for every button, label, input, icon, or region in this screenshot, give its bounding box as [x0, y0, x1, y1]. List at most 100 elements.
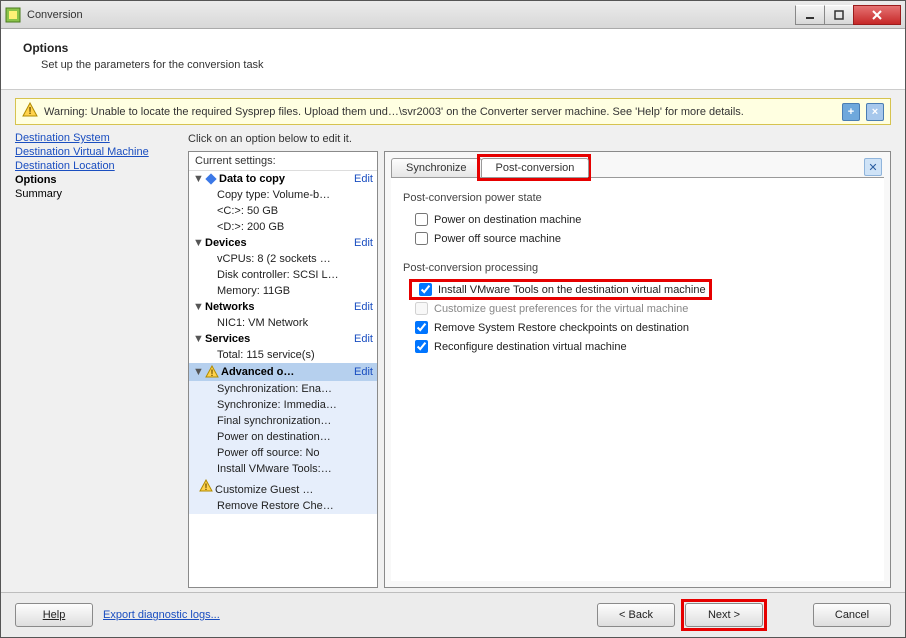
tab-post-conversion[interactable]: Post-conversion — [481, 158, 590, 177]
settings-item[interactable]: Disk controller: SCSI L… — [189, 267, 377, 283]
settings-item[interactable]: Copy type: Volume-b… — [189, 187, 377, 203]
processing-checks: Install VMware Tools on the destination … — [403, 280, 872, 356]
next-button[interactable]: Next > — [685, 603, 763, 627]
edit-link[interactable]: Edit — [354, 366, 373, 378]
chevron-down-icon: ▼ — [193, 173, 203, 185]
settings-item[interactable]: Power on destination… — [189, 429, 377, 445]
back-button[interactable]: < Back — [597, 603, 675, 627]
settings-group-devices[interactable]: ▼Devices Edit — [189, 235, 377, 251]
chevron-down-icon: ▼ — [193, 237, 203, 249]
group-label: Advanced o… — [221, 366, 350, 378]
settings-item[interactable]: !Customize Guest … — [189, 477, 377, 498]
power-state-label-0: Power on destination machine — [434, 214, 581, 226]
power-state-row-1: Power off source machine — [403, 229, 872, 248]
window-title: Conversion — [27, 9, 796, 21]
power-state-label-1: Power off source machine — [434, 233, 561, 245]
settings-item[interactable]: Power off source: No — [189, 445, 377, 461]
nav-destination-vm[interactable]: Destination Virtual Machine — [15, 145, 180, 159]
group-label: Networks — [205, 301, 350, 313]
wizard-header: Options Set up the parameters for the co… — [1, 29, 905, 90]
close-button[interactable] — [853, 5, 901, 25]
warning-bar: ! Warning: Unable to locate the required… — [15, 98, 891, 125]
settings-item[interactable]: <D:>: 200 GB — [189, 219, 377, 235]
conversion-window: Conversion Options Set up the parameters… — [0, 0, 906, 638]
warning-icon: ! — [205, 365, 219, 379]
settings-item[interactable]: <C:>: 50 GB — [189, 203, 377, 219]
content-hint: Click on an option below to edit it. — [188, 129, 891, 151]
window-controls — [796, 5, 901, 25]
detail-pane: ✕ Synchronize Post-conversion Post-conve… — [384, 151, 891, 588]
footer: Help Export diagnostic logs... < Back Ne… — [1, 592, 905, 637]
warning-icon: ! — [199, 479, 213, 493]
warning-icon: ! — [22, 102, 38, 121]
settings-group-advanced-o-[interactable]: ▼! Advanced o… Edit — [189, 363, 377, 381]
edit-link[interactable]: Edit — [354, 333, 373, 345]
nav-destination-location[interactable]: Destination Location — [15, 159, 180, 173]
settings-list[interactable]: ▼Data to copyEditCopy type: Volume-b…<C:… — [189, 171, 377, 587]
diamond-icon — [205, 173, 216, 184]
settings-item[interactable]: Install VMware Tools:… — [189, 461, 377, 477]
page-title: Options — [23, 41, 883, 55]
titlebar[interactable]: Conversion — [1, 1, 905, 29]
power-state-checks: Power on destination machine Power off so… — [403, 210, 872, 248]
processing-row-2: Remove System Restore checkpoints on des… — [403, 318, 872, 337]
current-settings-pane: Current settings: ▼Data to copyEditCopy … — [188, 151, 378, 588]
settings-item[interactable]: Synchronization: Ena… — [189, 381, 377, 397]
maximize-button[interactable] — [824, 5, 854, 25]
chevron-down-icon: ▼ — [193, 301, 203, 313]
nav-destination-system[interactable]: Destination System — [15, 131, 180, 145]
edit-link[interactable]: Edit — [354, 301, 373, 313]
processing-label: Post-conversion processing — [403, 262, 872, 274]
group-label: Services — [205, 333, 350, 345]
tabs-row: Synchronize Post-conversion — [385, 152, 890, 177]
processing-label-1: Customize guest preferences for the virt… — [434, 303, 688, 315]
export-logs-link[interactable]: Export diagnostic logs... — [103, 609, 220, 621]
settings-group-data-to-copy[interactable]: ▼Data to copyEdit — [189, 171, 377, 187]
warning-expand-button[interactable]: + — [842, 103, 860, 121]
processing-checkbox-3[interactable] — [415, 340, 428, 353]
settings-item[interactable]: Synchronize: Immedia… — [189, 397, 377, 413]
app-icon — [5, 7, 21, 23]
settings-item[interactable]: Total: 115 service(s) — [189, 347, 377, 363]
cancel-button[interactable]: Cancel — [813, 603, 891, 627]
processing-row-0: Install VMware Tools on the destination … — [403, 280, 872, 299]
processing-checkbox-1 — [415, 302, 428, 315]
processing-row-1: Customize guest preferences for the virt… — [403, 299, 872, 318]
nav-options[interactable]: Options — [15, 173, 180, 187]
content: Click on an option below to edit it. Cur… — [188, 129, 891, 588]
power-state-checkbox-0[interactable] — [415, 213, 428, 226]
settings-group-networks[interactable]: ▼Networks Edit — [189, 299, 377, 315]
power-state-label: Post-conversion power state — [403, 192, 872, 204]
settings-item[interactable]: Memory: 11GB — [189, 283, 377, 299]
wizard-nav: Destination System Destination Virtual M… — [15, 129, 180, 588]
chevron-down-icon: ▼ — [193, 333, 203, 345]
processing-label-3: Reconfigure destination virtual machine — [434, 341, 627, 353]
page-subtitle: Set up the parameters for the conversion… — [41, 59, 883, 71]
group-label: Devices — [205, 237, 350, 249]
processing-label-0: Install VMware Tools on the destination … — [438, 284, 706, 296]
settings-item[interactable]: Remove Restore Che… — [189, 498, 377, 514]
svg-text:!: ! — [211, 368, 214, 378]
minimize-button[interactable] — [795, 5, 825, 25]
chevron-down-icon: ▼ — [193, 366, 203, 378]
settings-item[interactable]: vCPUs: 8 (2 sockets … — [189, 251, 377, 267]
settings-group-services[interactable]: ▼Services Edit — [189, 331, 377, 347]
processing-checkbox-2[interactable] — [415, 321, 428, 334]
power-state-checkbox-1[interactable] — [415, 232, 428, 245]
tab-synchronize[interactable]: Synchronize — [391, 158, 482, 177]
tab-body: Post-conversion power state Power on des… — [391, 177, 884, 581]
body: Destination System Destination Virtual M… — [1, 129, 905, 592]
settings-item[interactable]: Final synchronization… — [189, 413, 377, 429]
warning-close-button[interactable]: × — [866, 103, 884, 121]
svg-text:!: ! — [205, 482, 208, 492]
help-button[interactable]: Help — [15, 603, 93, 627]
current-settings-header: Current settings: — [189, 152, 377, 171]
processing-checkbox-0[interactable] — [419, 283, 432, 296]
edit-link[interactable]: Edit — [354, 237, 373, 249]
nav-summary[interactable]: Summary — [15, 187, 180, 201]
power-state-row-0: Power on destination machine — [403, 210, 872, 229]
edit-link[interactable]: Edit — [354, 173, 373, 185]
svg-text:!: ! — [28, 106, 31, 117]
settings-item[interactable]: NIC1: VM Network — [189, 315, 377, 331]
processing-label-2: Remove System Restore checkpoints on des… — [434, 322, 689, 334]
